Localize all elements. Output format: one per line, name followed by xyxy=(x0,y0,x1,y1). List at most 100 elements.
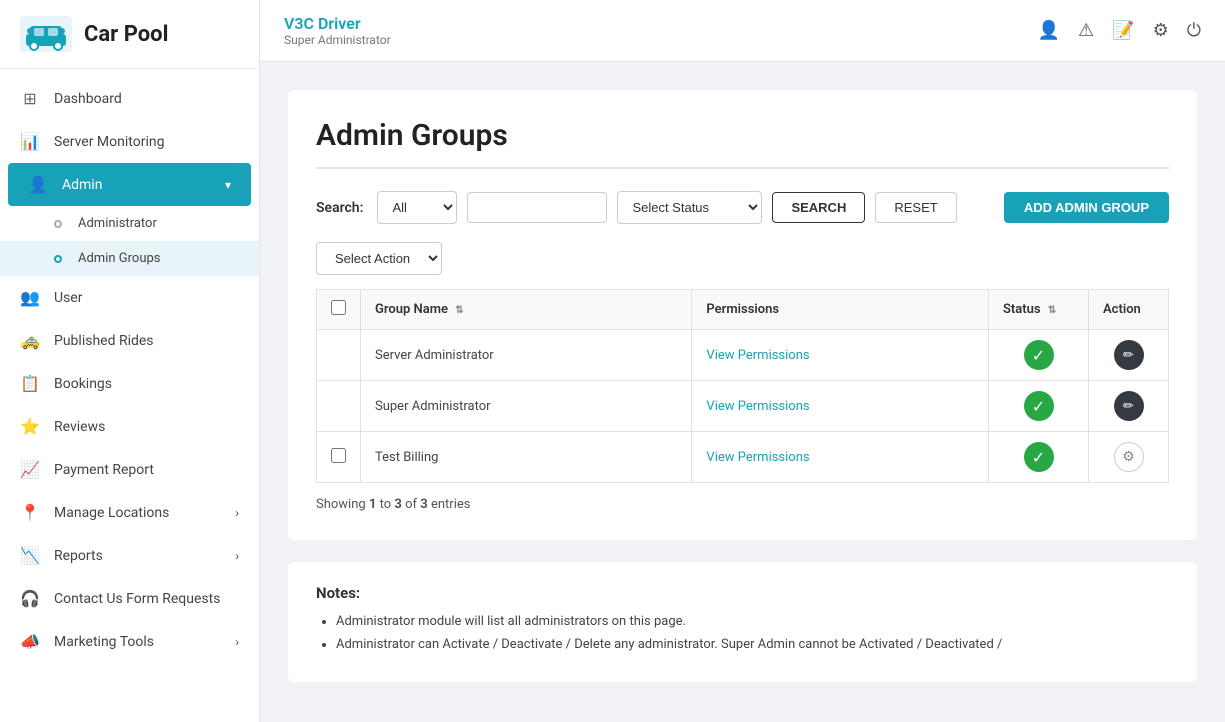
row1-edit-button[interactable]: ✏ xyxy=(1114,340,1144,370)
row1-checkbox-cell xyxy=(317,330,361,381)
title-divider xyxy=(316,167,1169,169)
search-filter-select[interactable]: All xyxy=(377,191,457,224)
group-name-sort-icon[interactable]: ⇅ xyxy=(455,305,463,316)
search-text-input[interactable] xyxy=(467,192,607,223)
sidebar-item-admin-groups[interactable]: Admin Groups xyxy=(0,241,259,276)
notes-list: Administrator module will list all admin… xyxy=(316,614,1169,652)
showing-entries-text: Showing 1 to 3 of 3 entries xyxy=(316,497,1169,512)
sidebar-item-payment-report[interactable]: 📈 Payment Report xyxy=(0,448,259,491)
reports-arrow-icon: › xyxy=(235,549,239,563)
row1-permissions: View Permissions xyxy=(692,330,989,381)
sidebar-item-reports[interactable]: 📉 Reports › xyxy=(0,534,259,577)
admin-groups-dot-icon xyxy=(54,255,62,263)
sidebar-label-admin: Admin xyxy=(62,177,102,193)
row3-status: ✓ xyxy=(989,432,1089,483)
admin-groups-table: Group Name ⇅ Permissions Status ⇅ xyxy=(316,289,1169,483)
sidebar-item-user[interactable]: 👥 User xyxy=(0,276,259,319)
sidebar-item-published-rides[interactable]: 🚕 Published Rides xyxy=(0,319,259,362)
logo-area: Car Pool xyxy=(0,0,259,69)
add-admin-group-button[interactable]: ADD ADMIN GROUP xyxy=(1004,192,1169,223)
sidebar-label-reports: Reports xyxy=(54,548,103,564)
sidebar-item-server-monitoring[interactable]: 📊 Server Monitoring xyxy=(0,120,259,163)
table-row: Test Billing View Permissions ✓ ⚙ xyxy=(317,432,1169,483)
sidebar-label-manage-locations: Manage Locations xyxy=(54,505,169,521)
row3-checkbox[interactable] xyxy=(331,448,346,463)
sidebar-label-contact-us: Contact Us Form Requests xyxy=(54,591,220,607)
user-icon: 👥 xyxy=(20,288,40,307)
settings-gear-icon[interactable]: ⚙ xyxy=(1153,20,1169,41)
note-item: Administrator can Activate / Deactivate … xyxy=(336,637,1169,652)
user-profile-icon[interactable]: 👤 xyxy=(1038,20,1060,41)
row3-action: ⚙ xyxy=(1089,432,1169,483)
status-sort-icon[interactable]: ⇅ xyxy=(1048,305,1056,316)
sidebar-item-marketing-tools[interactable]: 📣 Marketing Tools › xyxy=(0,620,259,663)
row1-action: ✏ xyxy=(1089,330,1169,381)
reviews-icon: ⭐ xyxy=(20,417,40,436)
sidebar-label-reviews: Reviews xyxy=(54,419,105,435)
col-permissions: Permissions xyxy=(692,290,989,330)
col-group-name: Group Name ⇅ xyxy=(361,290,692,330)
marketing-tools-arrow-icon: › xyxy=(235,635,239,649)
reset-button[interactable]: RESET xyxy=(875,192,956,223)
row1-status-active-icon: ✓ xyxy=(1024,340,1054,370)
sidebar-item-manage-locations[interactable]: 📍 Manage Locations › xyxy=(0,491,259,534)
admin-arrow-icon: ▾ xyxy=(225,178,231,192)
sidebar-label-bookings: Bookings xyxy=(54,376,112,392)
row2-status-active-icon: ✓ xyxy=(1024,391,1054,421)
notes-title: Notes: xyxy=(316,584,1169,602)
bookings-icon: 📋 xyxy=(20,374,40,393)
row1-status: ✓ xyxy=(989,330,1089,381)
warning-alert-icon[interactable]: ⚠ xyxy=(1078,20,1094,41)
row2-action: ✏ xyxy=(1089,381,1169,432)
bulk-action-select[interactable]: Select Action Delete xyxy=(316,242,442,275)
search-button[interactable]: SEARCH xyxy=(772,192,865,223)
note-item: Administrator module will list all admin… xyxy=(336,614,1169,629)
select-all-checkbox[interactable] xyxy=(331,300,346,315)
power-logout-icon[interactable]: ⏻ xyxy=(1187,20,1201,41)
col-checkbox xyxy=(317,290,361,330)
sidebar-label-server-monitoring: Server Monitoring xyxy=(54,134,164,150)
sidebar-label-user: User xyxy=(54,290,82,306)
sidebar-item-administrator[interactable]: Administrator xyxy=(0,206,259,241)
sidebar-label-administrator: Administrator xyxy=(78,216,157,231)
sidebar-label-dashboard: Dashboard xyxy=(54,91,122,107)
published-rides-icon: 🚕 xyxy=(20,331,40,350)
dashboard-icon: ⊞ xyxy=(20,89,40,108)
server-monitoring-icon: 📊 xyxy=(20,132,40,151)
row3-status-active-icon: ✓ xyxy=(1024,442,1054,472)
action-select-wrapper: Select Action Delete xyxy=(316,242,1169,275)
reports-icon: 📉 xyxy=(20,546,40,565)
sidebar-item-reviews[interactable]: ⭐ Reviews xyxy=(0,405,259,448)
row2-permissions: View Permissions xyxy=(692,381,989,432)
sidebar-item-bookings[interactable]: 📋 Bookings xyxy=(0,362,259,405)
page-content: Admin Groups Search: All Select Status A… xyxy=(260,62,1225,722)
sidebar-label-marketing-tools: Marketing Tools xyxy=(54,634,154,650)
search-label: Search: xyxy=(316,200,363,216)
administrator-dot-icon xyxy=(54,220,62,228)
row3-permissions: View Permissions xyxy=(692,432,989,483)
row3-view-permissions-link[interactable]: View Permissions xyxy=(706,450,809,465)
contact-us-icon: 🎧 xyxy=(20,589,40,608)
search-status-select[interactable]: Select Status Active Inactive xyxy=(617,191,762,224)
sidebar-label-admin-groups: Admin Groups xyxy=(78,251,161,266)
row2-view-permissions-link[interactable]: View Permissions xyxy=(706,399,809,414)
sidebar-item-admin[interactable]: 👤 Admin ▾ xyxy=(8,163,251,206)
app-name: V3C Driver xyxy=(284,14,1038,33)
row1-group-name: Server Administrator xyxy=(361,330,692,381)
row2-group-name: Super Administrator xyxy=(361,381,692,432)
row3-gear-button[interactable]: ⚙ xyxy=(1114,442,1144,472)
marketing-tools-icon: 📣 xyxy=(20,632,40,651)
col-action: Action xyxy=(1089,290,1169,330)
row2-edit-button[interactable]: ✏ xyxy=(1114,391,1144,421)
header-title-area: V3C Driver Super Administrator xyxy=(284,14,1038,47)
edit-notes-icon[interactable]: 📝 xyxy=(1112,20,1134,41)
sidebar-item-dashboard[interactable]: ⊞ Dashboard xyxy=(0,77,259,120)
notes-section: Notes: Administrator module will list al… xyxy=(288,562,1197,682)
manage-locations-arrow-icon: › xyxy=(235,506,239,520)
table-row: Server Administrator View Permissions ✓ … xyxy=(317,330,1169,381)
col-status: Status ⇅ xyxy=(989,290,1089,330)
sidebar-label-payment-report: Payment Report xyxy=(54,462,154,478)
row3-checkbox-cell xyxy=(317,432,361,483)
row1-view-permissions-link[interactable]: View Permissions xyxy=(706,348,809,363)
sidebar-item-contact-us[interactable]: 🎧 Contact Us Form Requests xyxy=(0,577,259,620)
